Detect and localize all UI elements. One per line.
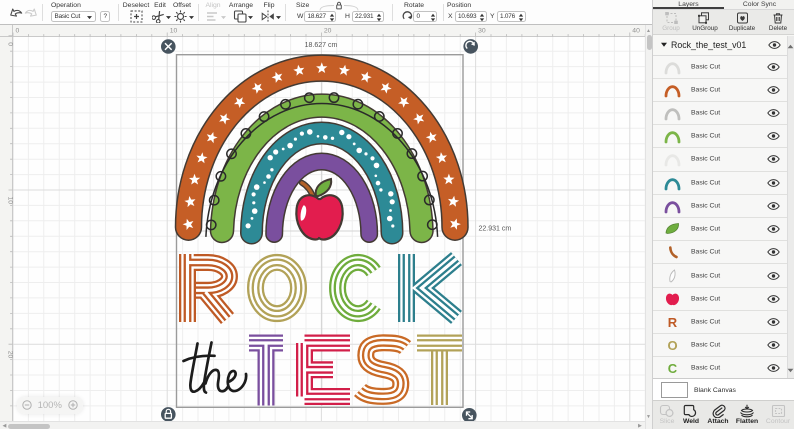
svg-text:20: 20 xyxy=(7,351,14,359)
svg-text:10: 10 xyxy=(170,27,178,34)
svg-text:R: R xyxy=(668,315,678,329)
svg-text:10: 10 xyxy=(7,197,14,205)
svg-text:22.931 cm: 22.931 cm xyxy=(479,226,512,233)
svg-text:40: 40 xyxy=(632,27,640,34)
svg-text:O: O xyxy=(667,338,677,352)
svg-text:18.627 cm: 18.627 cm xyxy=(305,42,338,49)
svg-text:0: 0 xyxy=(7,42,14,46)
svg-text:20: 20 xyxy=(324,27,332,34)
svg-text:0: 0 xyxy=(16,27,20,34)
svg-text:C: C xyxy=(668,362,678,376)
svg-text:30: 30 xyxy=(478,27,486,34)
